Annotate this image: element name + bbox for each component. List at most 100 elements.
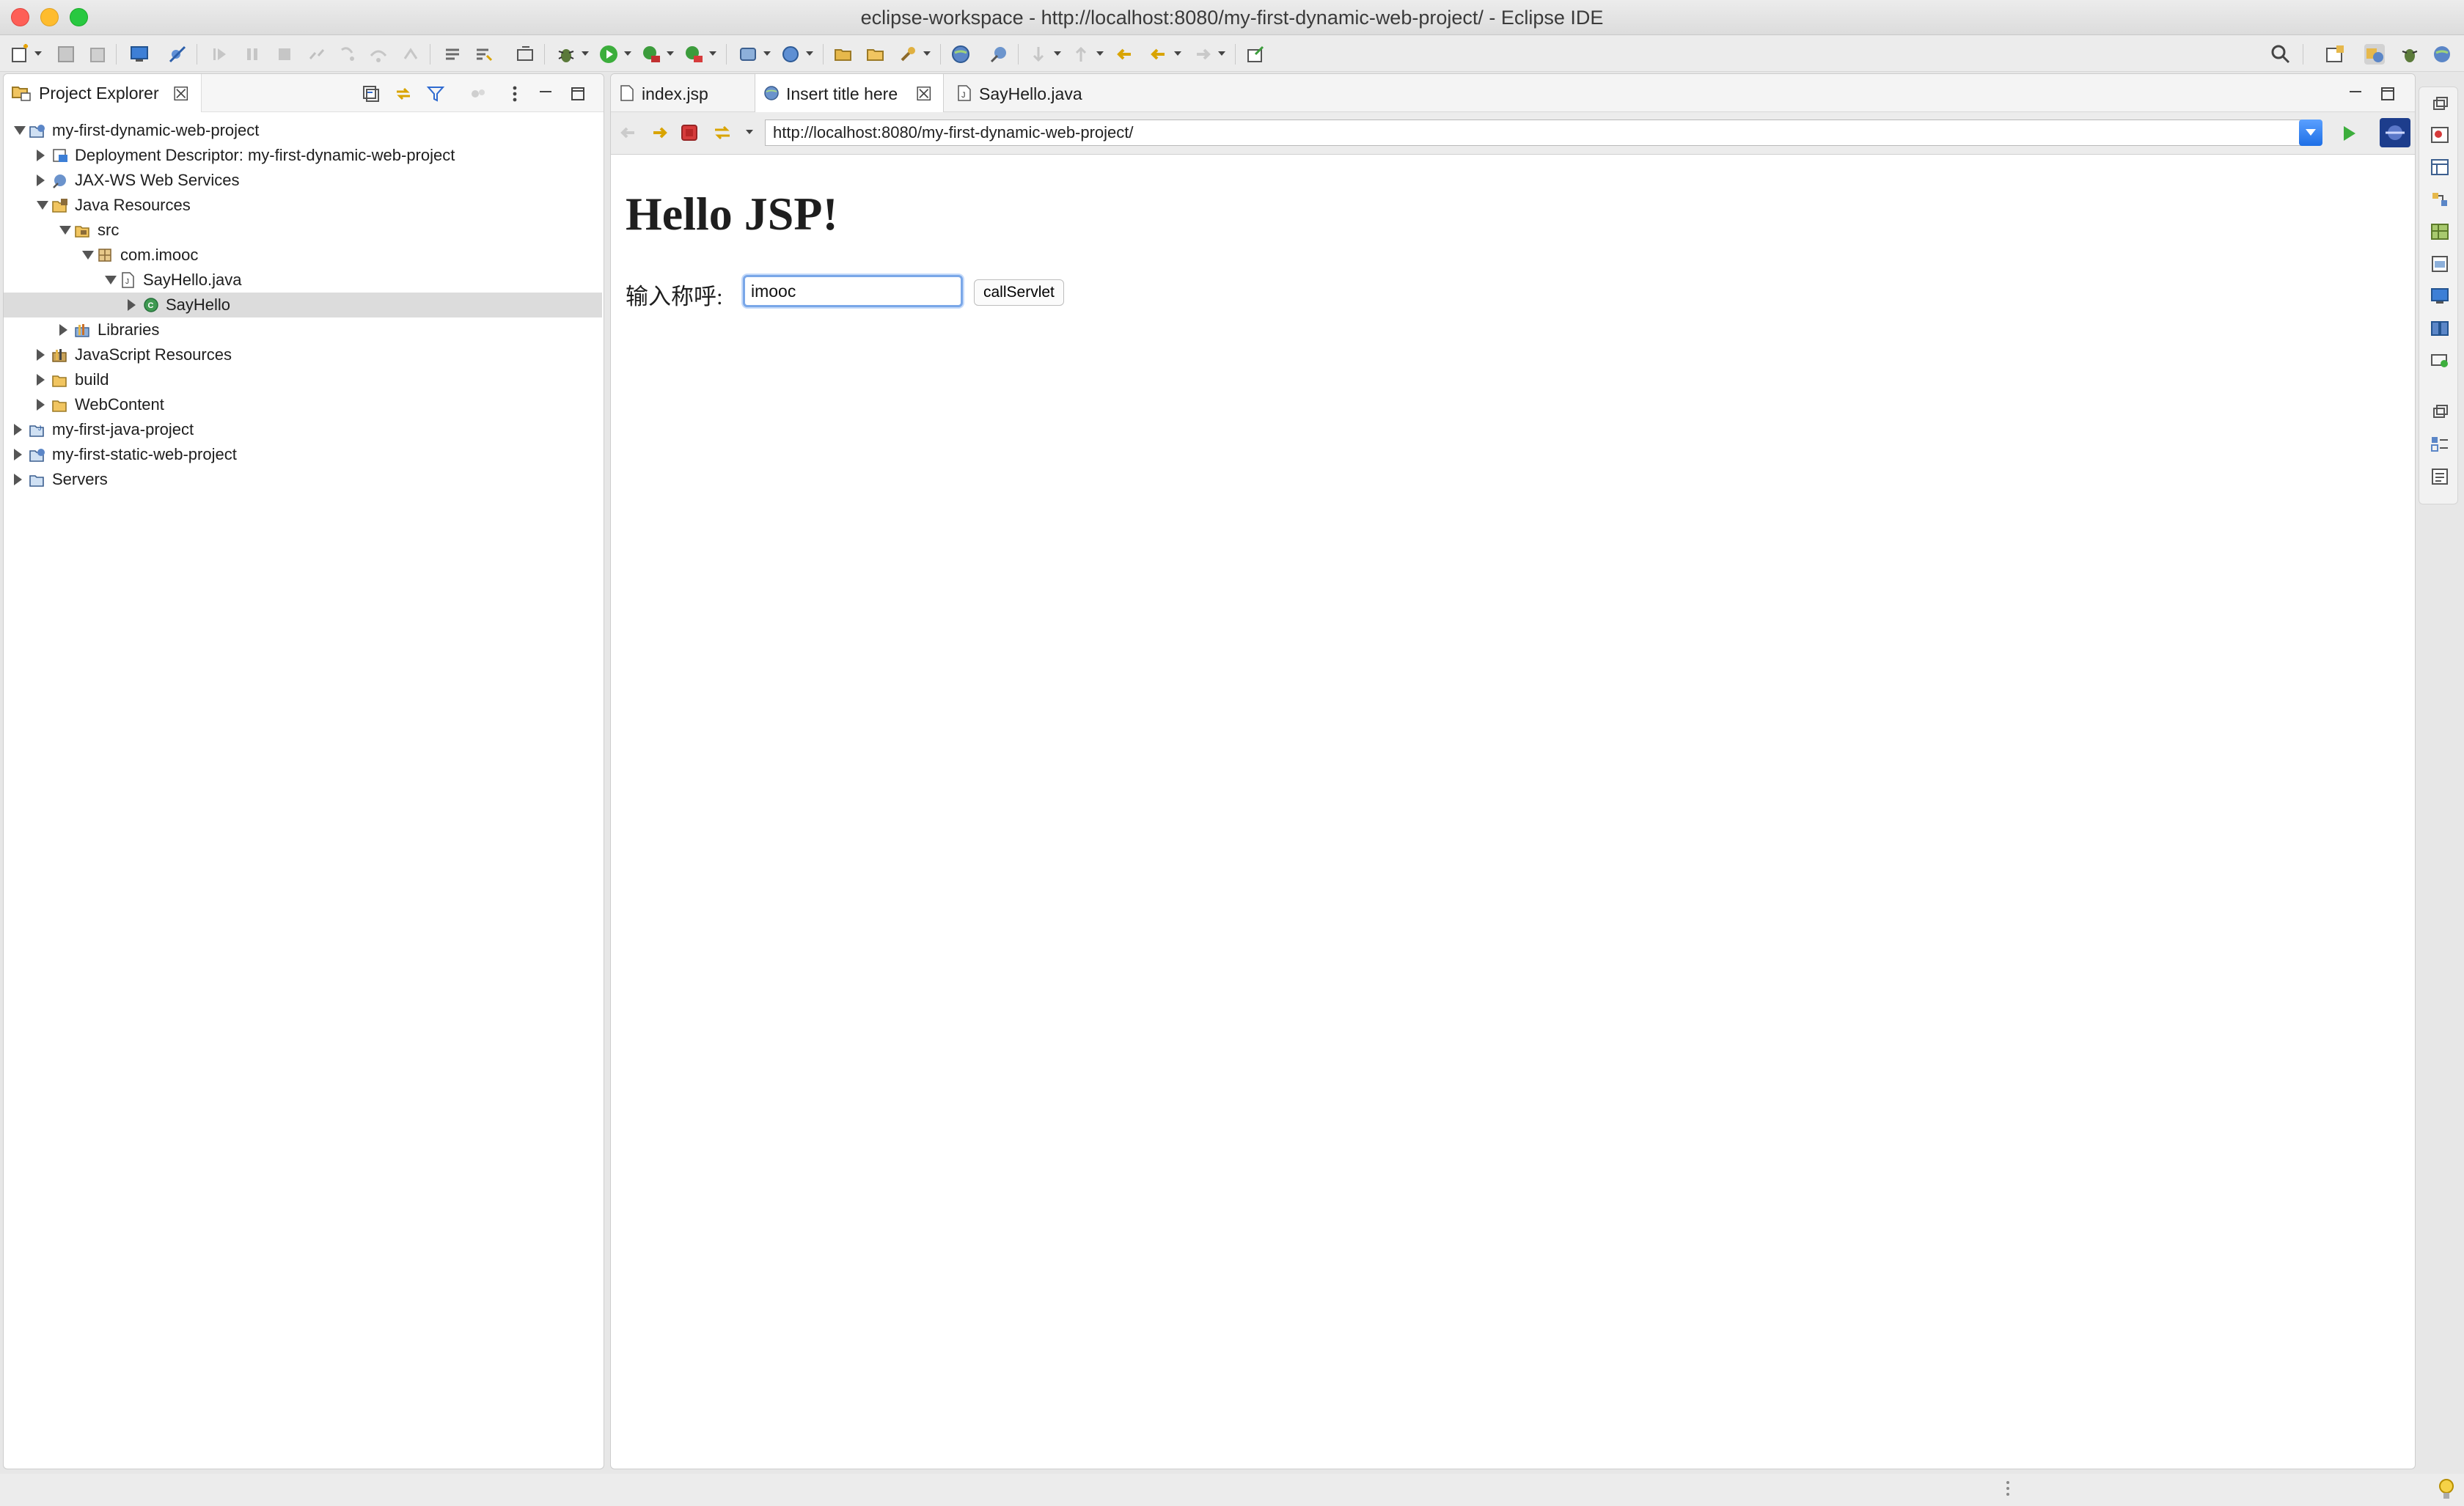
forward-icon[interactable] <box>1192 44 1213 65</box>
link-with-editor-icon[interactable] <box>394 84 413 103</box>
external-tools-dropdown-icon[interactable] <box>709 51 716 56</box>
next-annotation-icon[interactable] <box>1028 44 1049 65</box>
debug-dropdown-icon[interactable] <box>582 51 589 56</box>
search-tools-dropdown-icon[interactable] <box>923 51 931 56</box>
toggle-breadcrumb-icon[interactable] <box>443 44 463 65</box>
status-bar-handle-icon[interactable] <box>2005 1480 2011 1500</box>
tree-item[interactable]: src <box>4 218 602 243</box>
snippets-icon[interactable] <box>2430 254 2450 273</box>
save-icon[interactable] <box>56 44 76 65</box>
collapsed-arrow-icon[interactable] <box>37 399 45 411</box>
go-icon[interactable] <box>2338 122 2360 144</box>
resume-icon[interactable] <box>210 44 230 65</box>
browser-refresh-icon[interactable] <box>712 122 734 143</box>
focus-on-active-task-icon[interactable] <box>469 84 488 103</box>
console-icon[interactable] <box>2430 287 2450 306</box>
last-edit-location-icon[interactable] <box>1115 44 1135 65</box>
collapsed-arrow-icon[interactable] <box>37 150 45 161</box>
expanded-arrow-icon[interactable] <box>37 201 48 210</box>
outline-icon[interactable] <box>2430 125 2450 144</box>
name-input[interactable] <box>743 275 963 307</box>
tree-item[interactable]: C SayHello <box>4 293 602 317</box>
collapsed-arrow-icon[interactable] <box>59 324 67 336</box>
servers-view-icon[interactable] <box>2430 190 2450 209</box>
coverage-dropdown-icon[interactable] <box>667 51 674 56</box>
tree-item[interactable]: JavaScript Resources <box>4 342 602 367</box>
collapsed-arrow-icon[interactable] <box>37 374 45 386</box>
properties-icon[interactable] <box>2430 158 2450 177</box>
open-folder-icon[interactable] <box>865 44 886 65</box>
open-type-icon[interactable] <box>515 44 535 65</box>
expanded-arrow-icon[interactable] <box>59 226 71 235</box>
collapsed-arrow-icon[interactable] <box>37 175 45 186</box>
browser-forward-icon[interactable] <box>649 122 670 143</box>
restore-lower-icon[interactable] <box>2430 403 2450 422</box>
minimize-view-icon[interactable] <box>536 84 555 103</box>
new-server-icon[interactable] <box>738 44 758 65</box>
debug-perspective-icon[interactable] <box>2399 44 2420 65</box>
javadoc-icon[interactable] <box>2430 319 2450 338</box>
java-ee-perspective-icon[interactable] <box>2364 44 2385 65</box>
lightbulb-icon[interactable] <box>2436 1477 2457 1502</box>
next-annotation-dropdown-icon[interactable] <box>1054 51 1061 56</box>
run-icon[interactable] <box>598 44 619 65</box>
expanded-arrow-icon[interactable] <box>82 251 94 260</box>
tree-item[interactable]: JAX-WS Web Services <box>4 168 602 193</box>
coverage-icon[interactable] <box>641 44 661 65</box>
forward-dropdown-icon[interactable] <box>1218 51 1225 56</box>
web-perspective-icon[interactable] <box>2432 44 2452 65</box>
collapsed-arrow-icon[interactable] <box>14 424 22 436</box>
new-icon[interactable] <box>10 44 31 65</box>
step-into-icon[interactable] <box>337 44 358 65</box>
browser-stop-icon[interactable] <box>680 123 699 142</box>
open-web-browser-icon[interactable] <box>950 44 971 65</box>
url-history-dropdown[interactable] <box>2299 120 2322 146</box>
tree-item[interactable]: my-first-dynamic-web-project <box>4 118 602 143</box>
filter-icon[interactable] <box>426 84 445 103</box>
step-return-icon[interactable] <box>400 44 421 65</box>
open-console-icon[interactable] <box>129 44 150 65</box>
tree-item[interactable]: WebContent <box>4 392 602 417</box>
browser-back-icon[interactable] <box>618 122 639 143</box>
back-dropdown-icon[interactable] <box>1174 51 1181 56</box>
search-tools-icon[interactable] <box>898 44 918 65</box>
run-dropdown-icon[interactable] <box>624 51 631 56</box>
tree-item[interactable]: Jmy-first-java-project <box>4 417 602 442</box>
task-list-icon[interactable] <box>2430 435 2450 454</box>
collapsed-arrow-icon[interactable] <box>14 474 22 485</box>
expanded-arrow-icon[interactable] <box>14 126 26 135</box>
tree-item[interactable]: my-first-static-web-project <box>4 442 602 467</box>
tree-item[interactable]: build <box>4 367 602 392</box>
mark-occurrences-icon[interactable] <box>474 44 494 65</box>
tab-sayhello-java[interactable]: J SayHello.java <box>948 74 1102 112</box>
tab-insert-title-here[interactable]: Insert title here ☒ <box>755 74 944 112</box>
collapsed-arrow-icon[interactable] <box>128 299 136 311</box>
tree-item[interactable]: Servers <box>4 467 602 492</box>
step-over-icon[interactable] <box>368 44 389 65</box>
tab-project-explorer[interactable]: Project Explorer ☒ <box>4 74 202 112</box>
open-project-icon[interactable] <box>833 44 854 65</box>
refresh-dropdown-icon[interactable] <box>746 130 753 134</box>
save-all-icon[interactable] <box>87 44 107 65</box>
tree-item[interactable]: com.imooc <box>4 243 602 268</box>
suspend-icon[interactable] <box>242 44 263 65</box>
url-input[interactable] <box>765 120 2305 146</box>
restore-icon[interactable] <box>2430 95 2450 114</box>
previous-annotation-icon[interactable] <box>1071 44 1091 65</box>
tree-item[interactable]: Libraries <box>4 317 602 342</box>
collapse-all-icon[interactable] <box>362 84 381 103</box>
web-service-dropdown-icon[interactable] <box>806 51 813 56</box>
new-server-dropdown-icon[interactable] <box>763 51 771 56</box>
search-icon[interactable] <box>2270 44 2291 65</box>
debug-icon[interactable] <box>556 44 576 65</box>
previous-annotation-dropdown-icon[interactable] <box>1096 51 1104 56</box>
call-servlet-button[interactable]: callServlet <box>974 279 1064 306</box>
tree-item[interactable]: Java Resources <box>4 193 602 218</box>
back-icon[interactable] <box>1148 44 1169 65</box>
view-menu-icon[interactable] <box>505 84 524 103</box>
open-perspective-icon[interactable] <box>2325 44 2345 65</box>
problems-icon[interactable] <box>2430 351 2450 370</box>
maximize-editor-icon[interactable] <box>2378 84 2397 103</box>
terminate-icon[interactable] <box>274 44 295 65</box>
tab-index-jsp[interactable]: index.jsp <box>611 74 750 112</box>
